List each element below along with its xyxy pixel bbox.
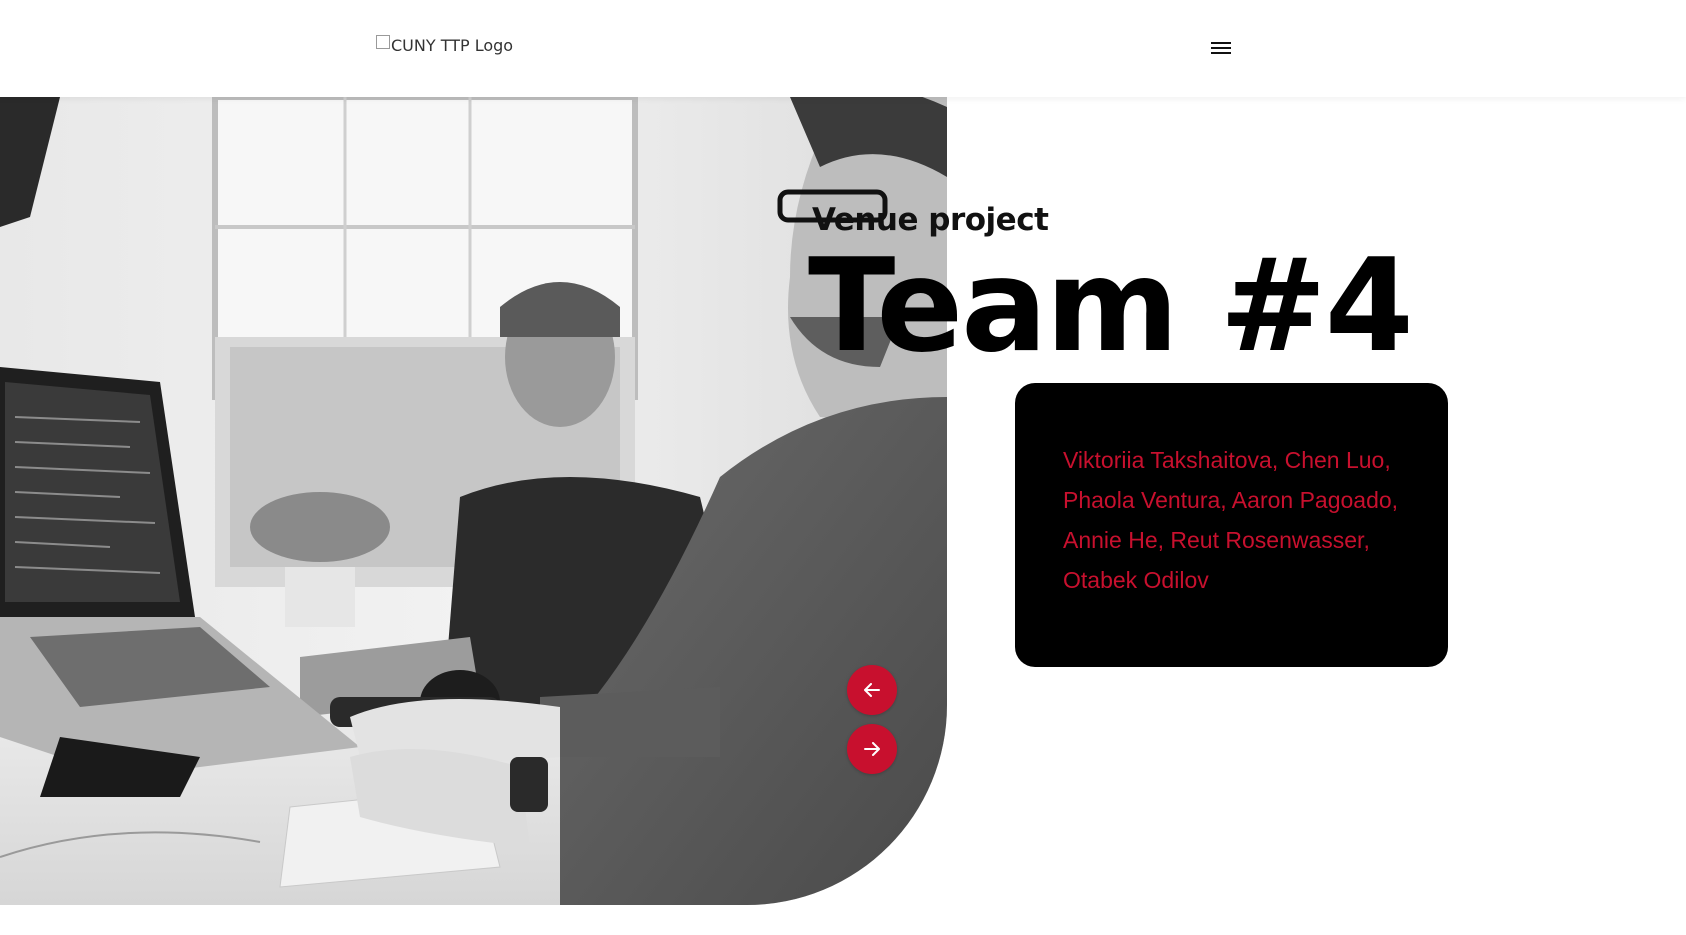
hero-photo (0, 97, 947, 905)
page: CUNY TTP Logo Venue project Team #4 Vikt… (0, 0, 1686, 935)
hamburger-menu-button[interactable] (1209, 38, 1233, 58)
team-members-card: Viktoriia Takshaitova, Chen Luo, Phaola … (1015, 383, 1448, 667)
next-slide-button[interactable] (847, 724, 897, 774)
office-photo (0, 97, 947, 905)
team-members-text: Viktoriia Takshaitova, Chen Luo, Phaola … (1063, 447, 1399, 593)
team-title: Team #4 (808, 232, 1414, 381)
site-logo[interactable]: CUNY TTP Logo (376, 35, 514, 56)
arrow-left-icon (864, 683, 880, 697)
broken-image-icon (376, 35, 390, 49)
previous-slide-button[interactable] (847, 665, 897, 715)
site-header: CUNY TTP Logo (0, 0, 1686, 97)
logo-alt-text: CUNY TTP Logo (391, 36, 514, 55)
arrow-right-icon (864, 742, 880, 756)
